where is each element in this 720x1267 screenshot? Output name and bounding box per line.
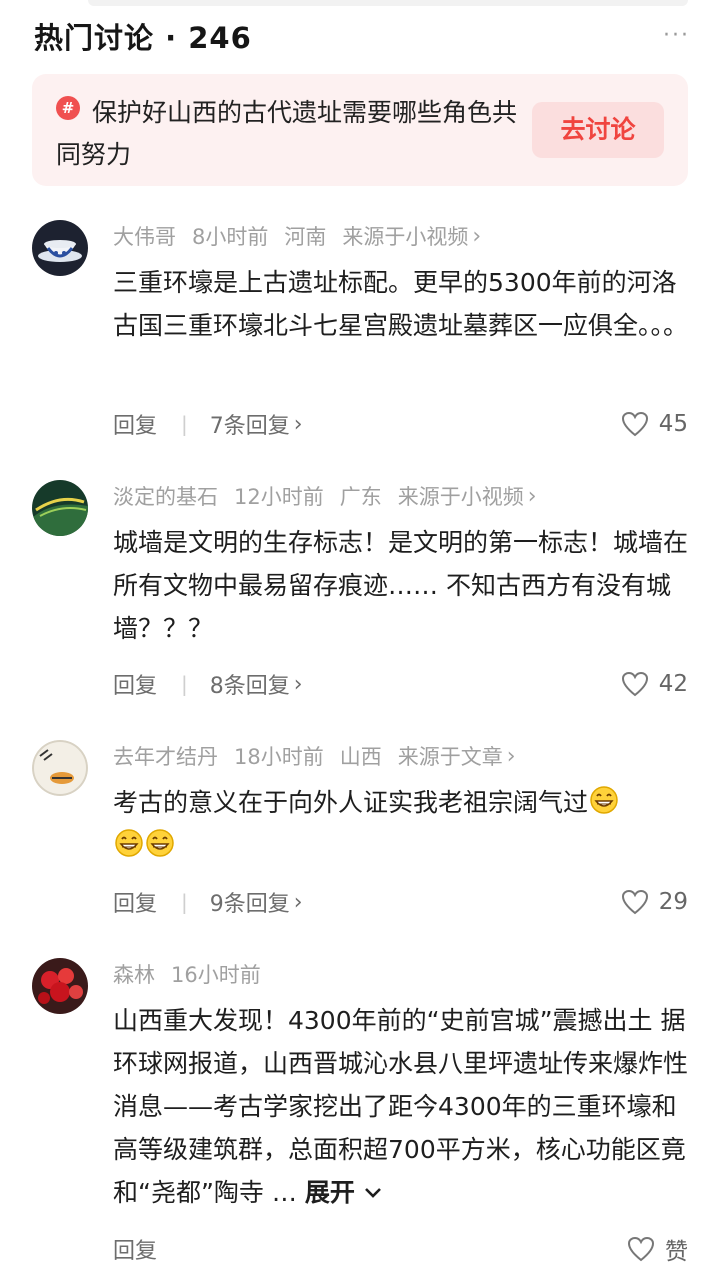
comment-source[interactable]: 来源于小视频 [398, 481, 524, 511]
chevron-right-icon: › [472, 223, 482, 249]
avatar[interactable] [32, 480, 88, 536]
like-count: 29 [658, 889, 688, 915]
divider: | [181, 890, 188, 914]
comment-meta: 大伟哥 8小时前 河南 来源于小视频 › [113, 221, 497, 251]
go-discuss-button[interactable]: 去讨论 [532, 102, 664, 158]
view-replies-link[interactable]: 8条回复 [210, 668, 290, 700]
comment-actions: 回复 赞 [113, 1232, 688, 1266]
chevron-right-icon: › [293, 889, 303, 915]
topic-card[interactable]: # 保护好山西的古代遗址需要哪些角色共同努力 去讨论 [32, 74, 688, 186]
author-name[interactable]: 去年才结丹 [113, 741, 218, 771]
divider: | [181, 412, 188, 436]
like-label: 赞 [665, 1239, 688, 1265]
chevron-right-icon: › [293, 411, 303, 437]
comment-time: 18小时前 [234, 745, 324, 769]
heart-icon [621, 671, 648, 697]
author-name[interactable]: 淡定的基石 [113, 481, 218, 511]
comment-actions: 回复 | 9条回复 › 29 [113, 885, 688, 919]
grin-emoji-icon [590, 786, 618, 814]
comment-time: 12小时前 [234, 485, 324, 509]
chevron-down-icon [364, 1188, 381, 1198]
like-button[interactable]: 29 [621, 885, 688, 919]
view-replies-link[interactable]: 9条回复 [210, 886, 290, 918]
more-dots-icon[interactable]: ··· [663, 25, 690, 47]
comment-text: 考古的意义在于向外人证实我老祖宗阔气过 [113, 788, 589, 817]
comment-actions: 回复 | 7条回复 › 45 [113, 407, 688, 441]
heart-icon [627, 1236, 655, 1262]
avatar[interactable] [32, 220, 88, 276]
comment-location: 广东 [339, 485, 382, 509]
reply-button[interactable]: 回复 [113, 886, 157, 918]
expand-label: 展开 [304, 1178, 355, 1207]
discussion-header: 热门讨论 · 246 ··· [34, 14, 690, 58]
comment-source[interactable]: 来源于小视频 [342, 221, 468, 251]
avatar[interactable] [32, 958, 88, 1014]
comment-meta: 森林 16小时前 [113, 959, 277, 989]
comment-actions: 回复 | 8条回复 › 42 [113, 667, 688, 701]
like-button[interactable]: 42 [621, 667, 688, 701]
chevron-right-icon: › [506, 743, 516, 769]
comment-text: 山西重大发现！4300年前的“史前宫城”震撼出土 据环球网报道，山西晋城沁水县八… [113, 1006, 689, 1207]
comment-meta: 去年才结丹 18小时前 山西 来源于文章 › [113, 741, 532, 771]
avatar[interactable] [32, 740, 88, 796]
comment-meta: 淡定的基石 12小时前 广东 来源于小视频 › [113, 481, 553, 511]
heart-icon [621, 411, 648, 437]
view-replies-link[interactable]: 7条回复 [210, 408, 290, 440]
comment-text: 三重环壕是上古遗址标配。更早的5300年前的河洛古国三重环壕北斗七星宫殿遗址墓葬… [113, 268, 689, 340]
like-count: 42 [658, 671, 688, 697]
comment-location: 山西 [339, 745, 382, 769]
divider: | [181, 672, 188, 696]
comment-source[interactable]: 来源于文章 [398, 741, 503, 771]
author-name[interactable]: 大伟哥 [113, 221, 176, 251]
chevron-right-icon: › [293, 671, 303, 697]
topic-text[interactable]: 保护好山西的古代遗址需要哪些角色共同努力 [56, 92, 526, 176]
previous-card-edge [88, 0, 688, 6]
author-name[interactable]: 森林 [113, 959, 155, 989]
like-button[interactable]: 赞 [627, 1232, 688, 1266]
reply-button[interactable]: 回复 [113, 1233, 157, 1265]
expand-button[interactable]: 展开 [305, 1178, 382, 1207]
grin-emoji-icon [146, 829, 174, 857]
like-button[interactable]: 45 [621, 407, 688, 441]
comment-time: 8小时前 [192, 225, 269, 249]
chevron-right-icon: › [527, 483, 537, 509]
comment-body: 考古的意义在于向外人证实我老祖宗阔气过 [113, 781, 688, 867]
comment-time: 16小时前 [171, 963, 261, 987]
grin-emoji-icon [115, 829, 143, 857]
reply-button[interactable]: 回复 [113, 668, 157, 700]
heart-icon [621, 889, 648, 915]
reply-button[interactable]: 回复 [113, 408, 157, 440]
comment-location: 河南 [284, 225, 327, 249]
comment-body: 山西重大发现！4300年前的“史前宫城”震撼出土 据环球网报道，山西晋城沁水县八… [113, 999, 688, 1214]
section-title: 热门讨论 · 246 [34, 21, 252, 55]
like-count: 45 [658, 411, 688, 437]
comment-text: 城墙是文明的生存标志！是文明的第一标志！城墙在所有文物中最易留存痕迹…… 不知古… [113, 528, 689, 643]
